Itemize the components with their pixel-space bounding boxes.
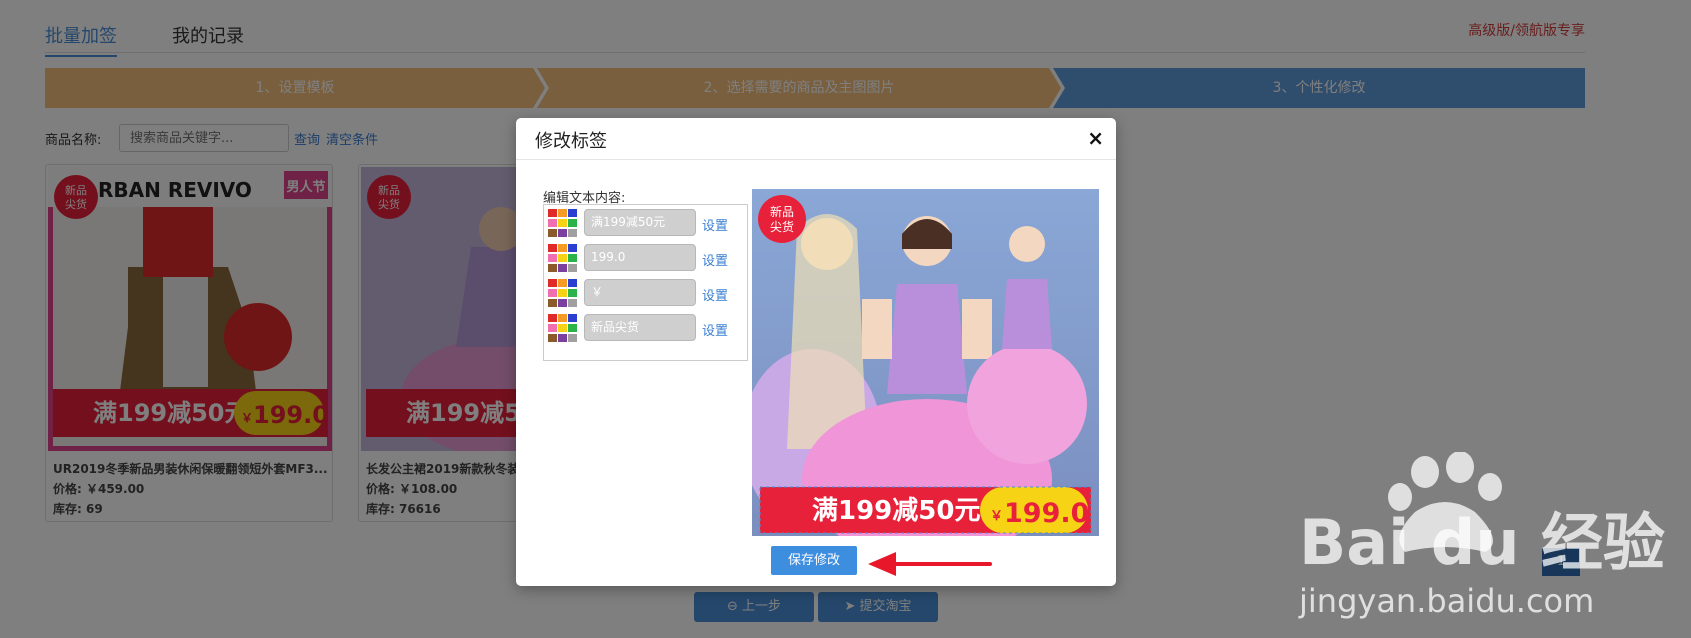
edit-label-dialog: 修改标签 × 编辑文本内容: 满199减50元 设置 199.0 设置 ￥ 设置…: [516, 118, 1116, 586]
set-link[interactable]: 设置: [702, 250, 728, 269]
set-link[interactable]: 设置: [702, 320, 728, 339]
text-row: ￥ 设置: [548, 277, 743, 307]
badge-line-2: 尖货: [770, 219, 794, 234]
dialog-title: 修改标签: [535, 131, 607, 152]
yen-sign: ￥: [990, 509, 1003, 524]
watermark-brand: Bai du 经验: [1299, 506, 1665, 579]
watermark-url: jingyan.baidu.com: [1298, 582, 1594, 620]
set-link[interactable]: 设置: [702, 285, 728, 304]
badge-line-1: 新品: [770, 204, 794, 219]
save-changes-button[interactable]: 保存修改: [771, 546, 857, 575]
text-row: 199.0 设置: [548, 242, 743, 272]
baidu-watermark: Bai du 经验 jingyan.baidu.com: [1295, 451, 1675, 622]
text-row: 新品尖货 设置: [548, 312, 743, 342]
text-field-badge[interactable]: 新品尖货: [584, 314, 696, 341]
promo-text: 满199减50元: [812, 496, 980, 526]
color-palette-icon[interactable]: [548, 244, 578, 272]
set-link[interactable]: 设置: [702, 215, 728, 234]
text-field-price[interactable]: 199.0: [584, 244, 696, 271]
color-palette-icon[interactable]: [548, 279, 578, 307]
text-field-currency[interactable]: ￥: [584, 279, 696, 306]
arrow-left-icon: [868, 552, 992, 576]
text-edit-list: 满199减50元 设置 199.0 设置 ￥ 设置 新品尖货 设置: [543, 204, 748, 361]
price-text: 199.0: [1004, 498, 1089, 529]
text-row: 满199减50元 设置: [548, 207, 743, 237]
color-palette-icon[interactable]: [548, 209, 578, 237]
dialog-header: 修改标签 ×: [516, 118, 1116, 160]
label-preview-image: 新品 尖货 满199减50元 ￥ 199.0: [752, 189, 1099, 536]
text-field-promo[interactable]: 满199减50元: [584, 209, 696, 236]
close-icon[interactable]: ×: [1087, 126, 1104, 150]
color-palette-icon[interactable]: [548, 314, 578, 342]
